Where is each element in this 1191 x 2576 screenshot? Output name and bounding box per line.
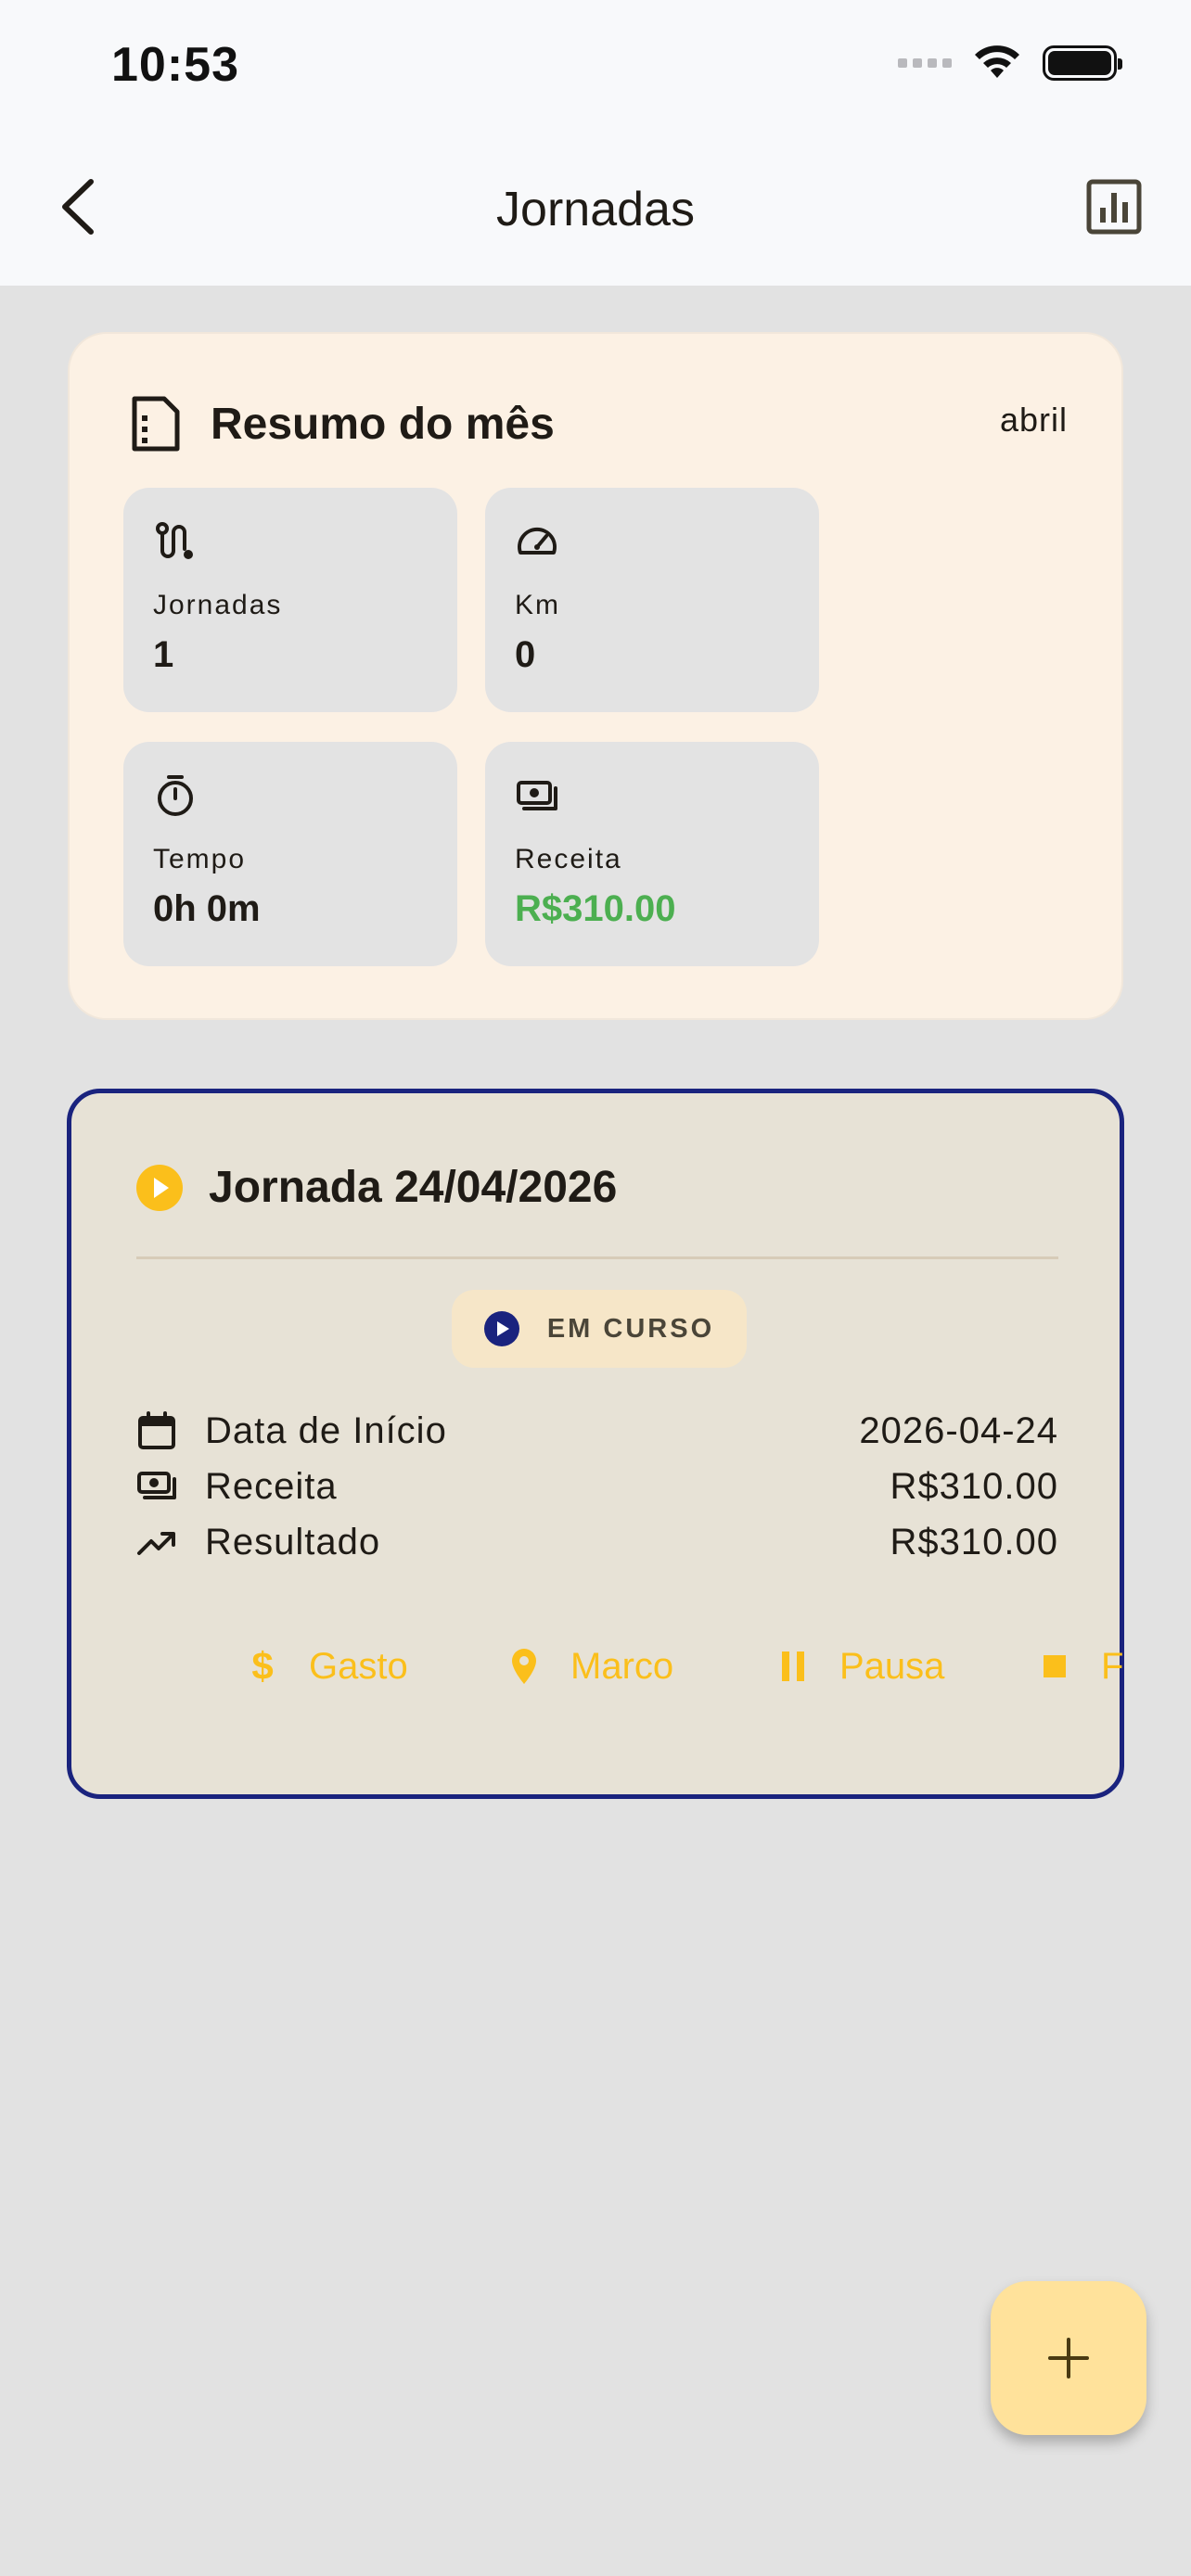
action-marco-button[interactable]: Marco bbox=[504, 1629, 673, 1703]
journey-actions: $ Gasto Marco Pausa F bbox=[173, 1629, 1123, 1703]
plus-icon bbox=[1048, 2338, 1089, 2378]
action-pausa-button[interactable]: Pausa bbox=[773, 1629, 944, 1703]
tile-value: 0h 0m bbox=[153, 888, 261, 929]
action-finalizar-button[interactable]: F bbox=[1034, 1629, 1123, 1703]
tile-value: R$310.00 bbox=[515, 888, 676, 929]
speedometer-icon bbox=[518, 527, 557, 555]
action-label: Pausa bbox=[839, 1645, 945, 1687]
bar-chart-icon[interactable] bbox=[1085, 178, 1143, 236]
tile-receita: Receita R$310.00 bbox=[485, 742, 819, 966]
status-time: 10:53 bbox=[111, 38, 239, 92]
detail-value: 2026-04-24 bbox=[859, 1409, 1058, 1451]
page-title: Jornadas bbox=[496, 183, 695, 236]
summary-month: abril bbox=[999, 401, 1068, 439]
action-label: Marco bbox=[570, 1645, 674, 1687]
tile-jornadas: Jornadas 1 bbox=[123, 488, 457, 712]
journey-card[interactable]: Jornada 24/04/2026 EM CURSO Data de Iníc… bbox=[67, 1089, 1124, 1799]
action-label: F bbox=[1101, 1645, 1123, 1687]
app-header: 10:53 Jornadas bbox=[0, 0, 1191, 286]
divider bbox=[136, 1256, 1058, 1259]
svg-text:$: $ bbox=[251, 1646, 273, 1687]
detail-value: R$310.00 bbox=[890, 1521, 1058, 1562]
detail-row-start-date: Data de Início 2026-04-24 bbox=[136, 1403, 1058, 1459]
month-summary-card: Resumo do mês abril Jornadas 1 Km 0 Temp… bbox=[68, 332, 1123, 1020]
status-icons bbox=[898, 45, 1122, 82]
summary-document-icon bbox=[132, 396, 180, 452]
summary-header: Resumo do mês bbox=[129, 395, 555, 453]
payments-icon bbox=[137, 1472, 176, 1499]
battery-icon bbox=[1043, 45, 1122, 81]
status-badge: EM CURSO bbox=[452, 1290, 747, 1368]
tile-label: Km bbox=[515, 590, 560, 620]
detail-label: Receita bbox=[205, 1465, 338, 1507]
detail-row-revenue: Receita R$310.00 bbox=[136, 1459, 1058, 1514]
tile-value: 0 bbox=[515, 634, 536, 675]
play-circle-icon bbox=[136, 1164, 183, 1211]
payments-icon bbox=[517, 781, 557, 810]
status-badge-label: EM CURSO bbox=[546, 1313, 715, 1344]
detail-row-result: Resultado R$310.00 bbox=[136, 1514, 1058, 1570]
wifi-icon bbox=[975, 45, 1019, 78]
detail-value: R$310.00 bbox=[890, 1465, 1058, 1507]
tile-tempo: Tempo 0h 0m bbox=[123, 742, 457, 966]
tile-label: Jornadas bbox=[153, 590, 283, 620]
add-journey-button[interactable] bbox=[991, 2281, 1146, 2435]
trending-up-icon bbox=[137, 1532, 175, 1555]
action-gasto-button[interactable]: $ Gasto bbox=[242, 1629, 408, 1703]
tile-km: Km 0 bbox=[485, 488, 819, 712]
location-pin-icon bbox=[512, 1649, 536, 1684]
detail-label: Data de Início bbox=[205, 1409, 447, 1451]
detail-label: Resultado bbox=[205, 1521, 381, 1562]
tile-label: Receita bbox=[515, 844, 622, 874]
tile-label: Tempo bbox=[153, 844, 247, 874]
stop-icon bbox=[1044, 1655, 1066, 1677]
action-label: Gasto bbox=[309, 1645, 408, 1687]
journey-header: Jornada 24/04/2026 bbox=[136, 1162, 617, 1213]
calendar-icon bbox=[138, 1411, 175, 1449]
timer-icon bbox=[158, 775, 193, 816]
dollar-icon: $ bbox=[251, 1646, 273, 1687]
pause-icon bbox=[782, 1651, 804, 1681]
summary-title: Resumo do mês bbox=[211, 399, 555, 449]
signal-icon bbox=[898, 58, 952, 68]
tile-value: 1 bbox=[153, 634, 174, 675]
journey-title: Jornada 24/04/2026 bbox=[209, 1163, 618, 1212]
play-status-icon bbox=[483, 1311, 519, 1346]
route-icon bbox=[156, 522, 193, 559]
